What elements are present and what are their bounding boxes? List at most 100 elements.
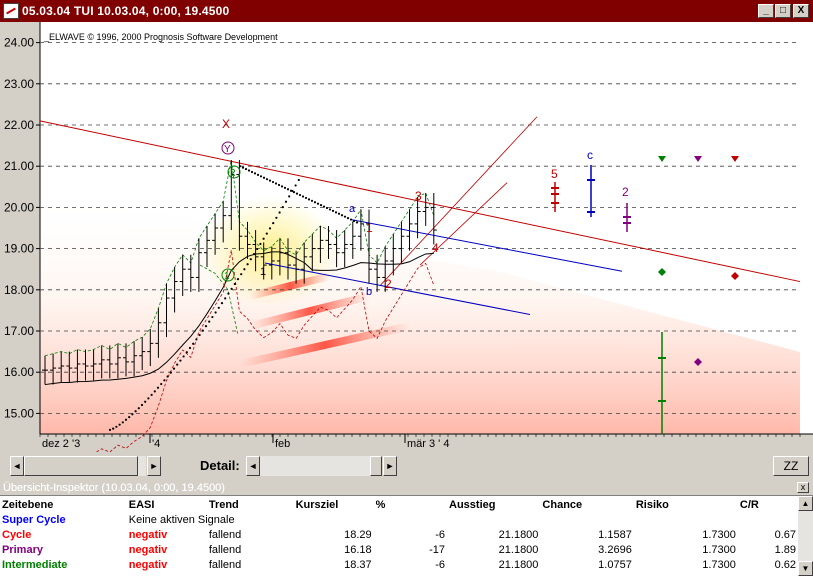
stop-dot <box>220 302 224 305</box>
stop-dot <box>274 182 278 185</box>
column-header[interactable]: Risiko <box>634 497 738 512</box>
zz-button[interactable]: ZZ <box>773 456 809 476</box>
kursziel-cell: 16.18 <box>344 543 372 556</box>
inspector-row[interactable]: Cycle negativ fallend 18.29 -6 21.1800 1.1587 1… <box>0 527 798 542</box>
time-scroll-track[interactable] <box>24 456 146 476</box>
scroll-right-button[interactable]: ► <box>147 456 161 476</box>
stop-dot <box>247 169 251 172</box>
x-tick-label: mär 3 ' 4 <box>407 438 449 450</box>
column-header[interactable]: EASI <box>127 497 207 512</box>
chance-cell: 3.2696 <box>598 543 632 556</box>
stop-dot <box>121 421 124 424</box>
time-scroll-thumb[interactable] <box>24 456 138 476</box>
stop-dot <box>259 175 263 178</box>
stop-dot <box>240 273 243 276</box>
maximize-button[interactable]: □ <box>775 4 791 18</box>
column-header[interactable]: % <box>374 497 447 512</box>
inspector-title: Übersicht-Inspektor (10.03.04, 0:00, 19.… <box>0 480 813 496</box>
column-header[interactable]: Kursziel <box>294 497 374 512</box>
stop-dot <box>259 242 262 246</box>
inspector-close-button[interactable]: x <box>797 482 809 493</box>
stop-dot <box>289 189 293 192</box>
stop-dot <box>256 247 259 251</box>
scroll-down-button[interactable]: ▼ <box>798 561 813 576</box>
y-tick-label: 20.00 <box>4 200 34 214</box>
column-header[interactable]: Trend <box>207 497 294 512</box>
cr-cell: 1.89 <box>774 543 796 556</box>
ausstieg-cell: 21.1800 <box>498 528 539 541</box>
stop-dot <box>208 320 211 323</box>
column-header[interactable]: Zeitebene <box>0 497 127 512</box>
stop-dot <box>340 214 344 217</box>
stop-dot <box>268 227 272 230</box>
stop-dot <box>134 410 137 413</box>
pct-cell: -17 <box>429 543 446 556</box>
easi-cell: Keine aktiven Signale <box>128 513 235 526</box>
stop-dot <box>265 178 269 181</box>
stop-dot <box>217 306 220 309</box>
cr-cell: 0.62 <box>774 558 796 571</box>
wave-label-p2: 2 <box>622 185 629 199</box>
stop-dot <box>144 400 147 403</box>
stop-dot <box>334 211 338 214</box>
chance-cell: 1.0757 <box>598 558 632 571</box>
stop-dot <box>201 329 204 332</box>
stop-dot <box>294 184 297 187</box>
pct-cell: -6 <box>435 528 446 541</box>
stop-dot <box>211 315 214 319</box>
triangle-purple <box>694 156 702 162</box>
stop-dot <box>115 425 118 428</box>
stop-dot <box>298 193 302 197</box>
stop-dot <box>252 253 256 256</box>
stop-dot <box>301 195 305 198</box>
inspector-row[interactable]: Super Cycle Keine aktiven Signale <box>0 512 798 527</box>
app-icon[interactable] <box>3 3 19 19</box>
detail-scroll-track[interactable] <box>260 456 382 476</box>
risiko-cell: 1.7300 <box>702 543 736 556</box>
detail-left-button[interactable]: ◄ <box>246 456 260 476</box>
stop-dot <box>163 379 166 382</box>
x-tick-label: dez 2 '3 <box>42 438 80 450</box>
wave-label-2: 2 <box>230 168 236 179</box>
column-header[interactable]: C/R <box>738 497 798 512</box>
scroll-left-button[interactable]: ◄ <box>10 456 24 476</box>
stop-dot <box>185 351 188 354</box>
y-tick-label: 15.00 <box>4 406 34 420</box>
stop-dot <box>182 355 185 358</box>
close-button[interactable]: X <box>793 4 809 18</box>
copyright-text: _ELWAVE © 1996, 2000 Prognosis Software … <box>43 32 278 42</box>
stop-dot <box>150 393 153 397</box>
stop-dot <box>355 221 359 224</box>
minimize-button[interactable]: _ <box>758 4 774 18</box>
stop-dot <box>349 218 353 221</box>
chart-area[interactable]: 24.00 23.00 22.00 21.00 20.00 19.00 18.00 17.00… <box>0 22 813 452</box>
inspector-scrollbar[interactable]: ▲ ▼ <box>798 496 813 576</box>
stop-dot <box>249 258 252 261</box>
stop-dot <box>268 179 272 182</box>
y-tick-label: 16.00 <box>4 365 34 379</box>
ausstieg-cell: 21.1800 <box>498 558 539 571</box>
column-header[interactable]: Chance <box>540 497 633 512</box>
stop-dot <box>288 195 291 198</box>
scroll-up-button[interactable]: ▲ <box>798 496 813 511</box>
easi-cell: negativ <box>128 558 168 571</box>
stop-dot <box>307 198 311 201</box>
stop-dot <box>224 297 227 300</box>
kursziel-cell: 18.29 <box>344 528 372 541</box>
stop-dot <box>272 221 275 225</box>
triangle-red <box>731 156 739 162</box>
app-window: 05.03.04 TUI 10.03.04, 0:00, 19.4500 _ □… <box>0 0 813 576</box>
stop-dot <box>343 215 347 218</box>
detail-scroll-thumb[interactable] <box>370 456 382 476</box>
inspector-row[interactable]: Intermediate negativ fallend 18.37 -6 21.1800… <box>0 557 798 572</box>
detail-right-button[interactable]: ► <box>383 456 397 476</box>
stop-dot <box>295 192 299 195</box>
stop-dot <box>319 204 323 207</box>
detail-label: Detail: <box>200 458 240 473</box>
stop-dot <box>304 196 308 200</box>
stop-dot <box>227 292 230 295</box>
column-header[interactable]: Ausstieg <box>447 497 540 512</box>
inspector-row[interactable]: Primary negativ fallend 16.18 -17 21.1800 3.26… <box>0 542 798 557</box>
stop-dot <box>331 209 335 213</box>
stop-dot <box>292 191 296 194</box>
